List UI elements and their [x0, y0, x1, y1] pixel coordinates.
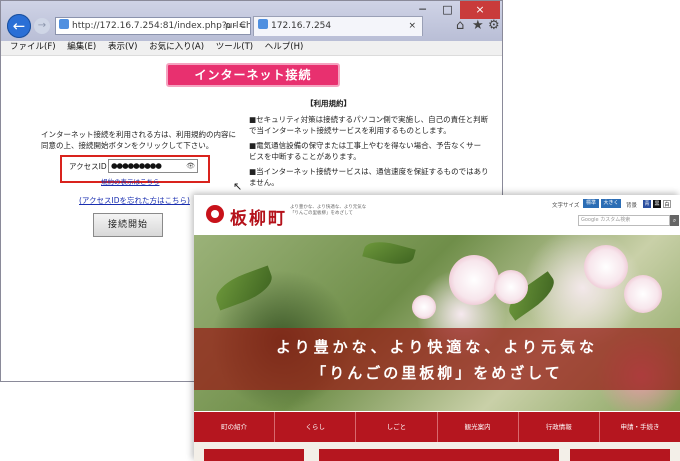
terms-line: で当インターネット接続サービスを利用するものとします。 — [249, 126, 451, 135]
favorites-icon[interactable]: ★ — [472, 18, 484, 33]
background-label: 背景 — [626, 203, 638, 209]
internet-connection-header: インターネット接続 — [166, 63, 340, 87]
menu-favorites[interactable]: お気に入り(A) — [149, 41, 204, 54]
terms-title: 【利用規約】 — [306, 99, 351, 108]
terms-line: ません。 — [249, 178, 279, 187]
site-search-input[interactable]: Google カスタム検索 — [578, 215, 670, 226]
font-size-standard-button[interactable]: 標準 — [583, 199, 599, 208]
bg-white-button[interactable]: 白 — [663, 200, 671, 208]
apple-blossom — [584, 245, 628, 289]
address-tools[interactable]: ρ - C — [225, 18, 246, 34]
maximize-button[interactable]: □ — [435, 1, 460, 19]
menu-help[interactable]: ヘルプ(H) — [265, 41, 304, 54]
apple-blossom — [449, 255, 499, 305]
leaf-shape — [211, 265, 277, 311]
nav-item-administration[interactable]: 行政情報 — [519, 412, 600, 442]
connect-start-button[interactable]: 接続開始 — [93, 213, 163, 237]
tab-title: 172.16.7.254 — [271, 21, 332, 31]
menu-edit[interactable]: 編集(E) — [67, 41, 96, 54]
hero-text-line2: 「りんごの里板柳」をめざして — [311, 364, 563, 382]
nav-item-tourism[interactable]: 観光案内 — [438, 412, 519, 442]
browser-titlebar: ─ □ × ← → http://172.16.7.254:81/index.p… — [1, 1, 502, 41]
menu-file[interactable]: ファイル(F) — [10, 41, 56, 54]
bg-black-button[interactable]: 黒 — [653, 200, 661, 208]
nav-item-living[interactable]: くらし — [275, 412, 357, 442]
close-window-button[interactable]: × — [460, 1, 500, 19]
intro-text-line1: インターネット接続を利用される方は、利用規約の内容に — [41, 130, 236, 139]
terms-line: ビスを中断することがあります。 — [249, 152, 361, 161]
terms-line: ■電気通信設備の保守または工事上やむを得ない場合、予告なくサー — [249, 141, 482, 150]
tab-close-icon[interactable]: × — [408, 17, 416, 36]
terms-link[interactable]: 規約の表示はこちら — [101, 176, 160, 186]
town-website: 板柳町 より豊かな、より快適な、より元気な「りんごの里板柳」をめざして 文字サイ… — [194, 195, 680, 461]
intro-text-line2: 同意の上、接続開始ボタンをクリックして下さい。 — [41, 141, 214, 150]
hero-text-line1: より豊かな、より快適な、より元気な — [275, 338, 599, 356]
browser-tab[interactable]: 172.16.7.254 × — [253, 16, 423, 36]
back-button[interactable]: ← — [7, 14, 31, 38]
content-header-block — [319, 449, 559, 461]
forward-button[interactable]: → — [34, 18, 50, 34]
terms-line: ■当インターネット接続サービスは、通信速度を保証するものではあり — [249, 167, 489, 176]
forgot-access-id-link[interactable]: (アクセスIDを忘れた方はこちら) — [79, 195, 190, 206]
menu-view[interactable]: 表示(V) — [108, 41, 137, 54]
terms-line: ■セキュリティ対策は接続するパソコン側で実施し、自己の責任と判断 — [249, 115, 489, 124]
content-strip — [194, 442, 680, 461]
nav-item-work[interactable]: しごと — [356, 412, 438, 442]
access-id-value: ●●●●●●●●● — [111, 161, 162, 170]
content-header-block — [570, 449, 670, 461]
menu-tools[interactable]: ツール(T) — [216, 41, 253, 54]
menu-bar: ファイル(F) 編集(E) 表示(V) お気に入り(A) ツール(T) ヘルプ(… — [1, 41, 502, 56]
search-icon[interactable]: ⌕ — [670, 215, 679, 226]
font-size-large-button[interactable]: 大きく — [601, 199, 621, 208]
bg-blue-button[interactable]: 青 — [643, 200, 651, 208]
access-id-label: アクセスID — [69, 162, 107, 171]
leaf-shape — [362, 236, 416, 270]
site-tagline: より豊かな、より快適な、より元気な「りんごの里板柳」をめざして — [290, 205, 367, 216]
access-id-field[interactable]: ●●●●●●●●● 👁 — [108, 159, 198, 173]
nav-item-town-intro[interactable]: 町の紹介 — [194, 412, 276, 442]
home-icon[interactable]: ⌂ — [456, 18, 464, 33]
main-nav: 町の紹介 くらし しごと 観光案内 行政情報 申請・手続き — [194, 412, 680, 442]
font-size-label: 文字サイズ — [552, 203, 580, 209]
content-header-block — [204, 449, 304, 461]
reveal-password-icon[interactable]: 👁 — [186, 160, 195, 172]
apple-blossom — [624, 275, 662, 313]
town-emblem-icon — [206, 205, 224, 223]
tab-page-icon — [258, 19, 268, 29]
apple-blossom — [494, 270, 528, 304]
page-icon — [59, 19, 69, 29]
nav-item-applications[interactable]: 申請・手続き — [600, 412, 680, 442]
gear-icon[interactable]: ⚙ — [488, 18, 500, 33]
mouse-cursor-icon: ↖ — [233, 180, 243, 193]
site-logo[interactable]: 板柳町 — [230, 204, 287, 229]
apple-blossom — [412, 295, 436, 319]
address-bar[interactable]: http://172.16.7.254:81/index.php?url=ht … — [55, 17, 251, 35]
